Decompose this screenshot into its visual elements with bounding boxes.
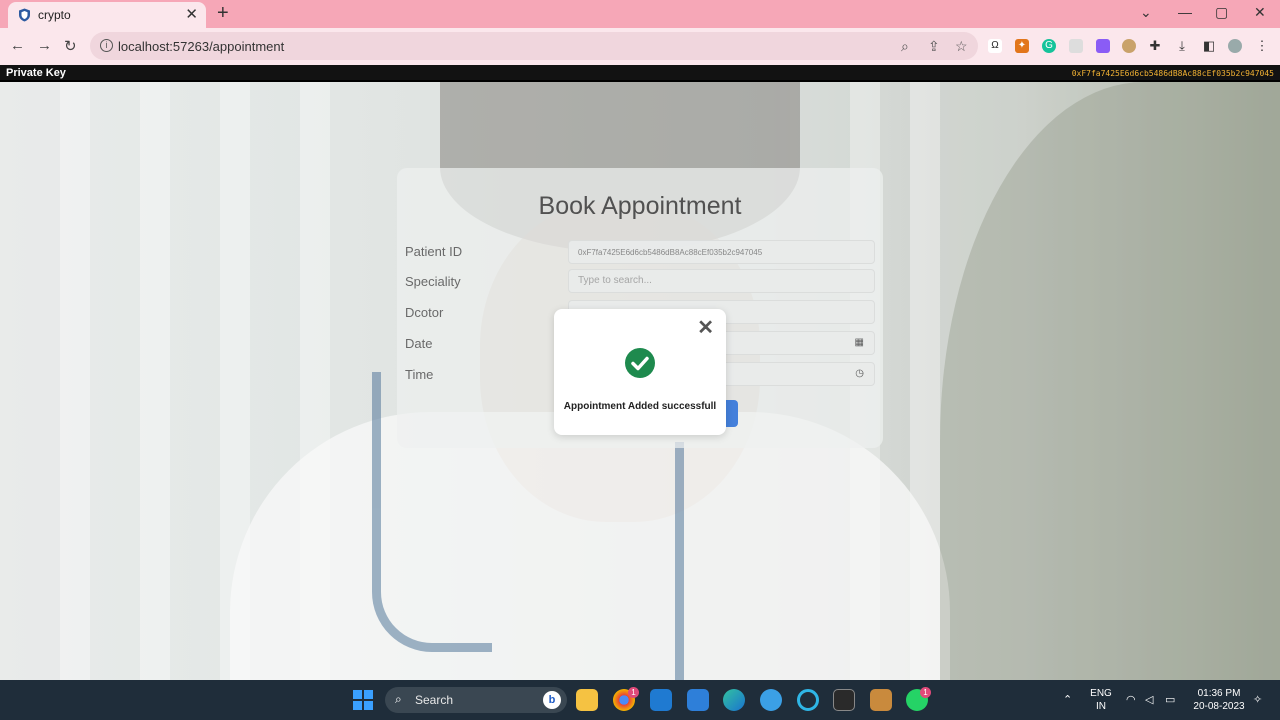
metamask-icon[interactable]: ✦ bbox=[1015, 39, 1029, 53]
maximize-button[interactable]: ▢ bbox=[1215, 4, 1228, 21]
notification-icon[interactable]: ✧ bbox=[1253, 693, 1262, 706]
extension-icon[interactable] bbox=[1069, 39, 1083, 53]
browser-tab-bar: crypto ✕ + ⌄ — ▢ ✕ bbox=[0, 0, 1280, 28]
search-icon: ⌕ bbox=[395, 692, 402, 706]
minimize-button[interactable]: — bbox=[1178, 4, 1192, 20]
chevron-up-icon[interactable]: ⌃ bbox=[1063, 693, 1072, 706]
bookmark-star-icon[interactable]: ☆ bbox=[955, 38, 968, 55]
side-panel-icon[interactable]: ◧ bbox=[1202, 39, 1216, 53]
app-icon[interactable] bbox=[760, 689, 782, 711]
tab-search-icon[interactable]: ⌄ bbox=[1140, 4, 1152, 21]
extension-icon[interactable] bbox=[1122, 39, 1136, 53]
address-bar[interactable]: i localhost:57263/appointment ⌕ ⇪ ☆ bbox=[90, 32, 978, 60]
browser-toolbar: ← → ↻ i localhost:57263/appointment ⌕ ⇪ … bbox=[0, 28, 1280, 65]
extension-icon[interactable]: Ω bbox=[988, 39, 1002, 53]
private-key-bar: Private Key 0xF7fa7425E6d6cb5486dB8Ac88c… bbox=[0, 65, 1280, 82]
private-key-value: 0xF7fa7425E6d6cb5486dB8Ac88cEf035b2c9470… bbox=[1071, 69, 1274, 78]
back-icon[interactable]: ← bbox=[10, 37, 25, 54]
forward-icon[interactable]: → bbox=[37, 37, 52, 54]
zoom-icon[interactable]: ⌕ bbox=[901, 38, 909, 55]
tab-close-icon[interactable]: ✕ bbox=[185, 5, 198, 23]
todo-icon[interactable] bbox=[687, 689, 709, 711]
wifi-icon[interactable]: ◠ bbox=[1126, 693, 1136, 706]
site-info-icon[interactable]: i bbox=[100, 39, 113, 52]
clock-date[interactable]: 20-08-2023 bbox=[1190, 701, 1248, 712]
vscode-icon[interactable] bbox=[650, 689, 672, 711]
file-explorer-icon[interactable] bbox=[576, 689, 598, 711]
close-window-button[interactable]: ✕ bbox=[1254, 4, 1266, 21]
clock-time[interactable]: 01:36 PM bbox=[1190, 688, 1248, 699]
tab-title: crypto bbox=[38, 8, 71, 22]
battery-icon[interactable]: ▭ bbox=[1165, 693, 1175, 706]
whatsapp-badge: 1 bbox=[920, 687, 931, 698]
search-label: Search bbox=[415, 693, 454, 707]
shield-icon bbox=[19, 8, 30, 22]
taskbar-search[interactable]: ⌕ Search b bbox=[385, 687, 567, 713]
alexa-icon[interactable] bbox=[797, 689, 819, 711]
profile-avatar[interactable] bbox=[1228, 39, 1242, 53]
volume-icon[interactable]: ◁ bbox=[1145, 693, 1153, 706]
browser-tab[interactable]: crypto ✕ bbox=[8, 2, 206, 28]
menu-icon[interactable]: ⋮ bbox=[1255, 39, 1269, 53]
windows-start-icon[interactable] bbox=[353, 690, 373, 710]
grammarly-icon[interactable]: G bbox=[1042, 39, 1056, 53]
private-key-label: Private Key bbox=[6, 67, 66, 79]
check-icon bbox=[625, 348, 655, 378]
close-icon[interactable]: ✕ bbox=[697, 315, 714, 340]
download-icon[interactable]: ⤓ bbox=[1175, 39, 1189, 53]
package-icon[interactable] bbox=[870, 689, 892, 711]
share-icon[interactable]: ⇪ bbox=[928, 38, 940, 55]
region-indicator[interactable]: IN bbox=[1088, 701, 1114, 712]
extension-icon[interactable] bbox=[1096, 39, 1110, 53]
taskbar: ⌕ Search b 1 1 ⌃ ENG IN ◠ ◁ ▭ 01:36 PM 2… bbox=[0, 680, 1280, 720]
success-alert: ✕ Appointment Added successfull bbox=[554, 309, 726, 435]
alert-message: Appointment Added successfull bbox=[563, 401, 717, 412]
puzzle-icon[interactable]: ✚ bbox=[1148, 39, 1162, 53]
chrome-badge: 1 bbox=[628, 687, 639, 698]
new-tab-button[interactable]: + bbox=[217, 3, 229, 23]
edge-icon[interactable] bbox=[723, 689, 745, 711]
reload-icon[interactable]: ↻ bbox=[64, 37, 77, 55]
language-indicator[interactable]: ENG bbox=[1088, 688, 1114, 699]
terminal-icon[interactable] bbox=[833, 689, 855, 711]
url-text[interactable]: localhost:57263/appointment bbox=[118, 39, 284, 54]
bing-icon[interactable]: b bbox=[543, 691, 561, 709]
